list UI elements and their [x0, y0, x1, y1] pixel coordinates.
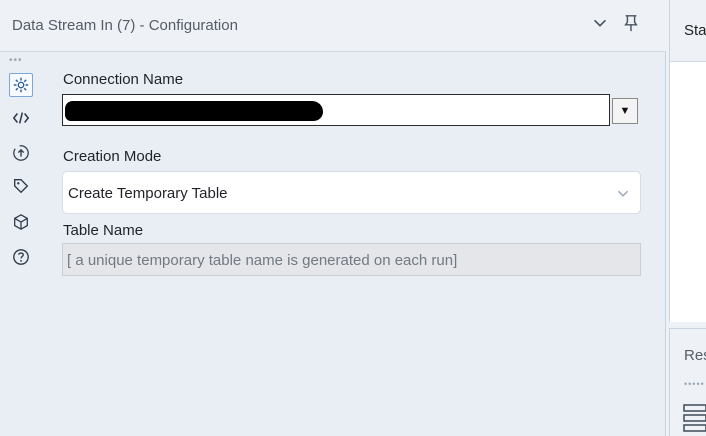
chevron-down-icon: [614, 184, 632, 202]
circle-arrow-icon[interactable]: [9, 141, 33, 165]
cube-icon[interactable]: [9, 210, 33, 234]
dropdown-arrow-icon: ▼: [619, 105, 631, 117]
connection-name-label: Connection Name: [63, 71, 184, 88]
table-name-label: Table Name: [63, 222, 144, 239]
redaction-mark: [65, 101, 323, 121]
tag-icon[interactable]: [9, 174, 33, 198]
creation-mode-select[interactable]: Create Temporary Table: [62, 171, 641, 214]
pane-title: Sta: [684, 22, 706, 39]
pin-icon[interactable]: [620, 12, 642, 34]
code-icon[interactable]: [9, 106, 33, 130]
panel-header: Data Stream In (7) - Configuration: [0, 0, 666, 52]
help-icon[interactable]: [9, 245, 33, 269]
creation-mode-label: Creation Mode: [63, 148, 162, 165]
chevron-down-icon[interactable]: [589, 12, 611, 34]
table-name-field: [ a unique temporary table name is gener…: [62, 243, 641, 276]
configuration-panel: Data Stream In (7) - Configuration ••• C…: [0, 0, 666, 436]
results-pane-top: Sta: [669, 0, 706, 322]
connection-dropdown-button[interactable]: ▼: [612, 98, 638, 124]
grip-handle[interactable]: •••: [9, 55, 23, 66]
gear-icon[interactable]: [9, 73, 33, 97]
app-root: Data Stream In (7) - Configuration ••• C…: [0, 0, 706, 436]
grip-handle[interactable]: •••••: [684, 379, 705, 389]
pane-header: Sta: [670, 0, 706, 62]
list-icon[interactable]: [682, 403, 706, 435]
results-pane-bottom: Res •••••: [669, 328, 706, 436]
connection-name-field[interactable]: [62, 94, 610, 126]
panel-title: Data Stream In (7) - Configuration: [12, 17, 238, 34]
table-name-value: [ a unique temporary table name is gener…: [67, 252, 458, 269]
creation-mode-value: Create Temporary Table: [68, 185, 228, 202]
pane-title: Res: [684, 347, 706, 364]
